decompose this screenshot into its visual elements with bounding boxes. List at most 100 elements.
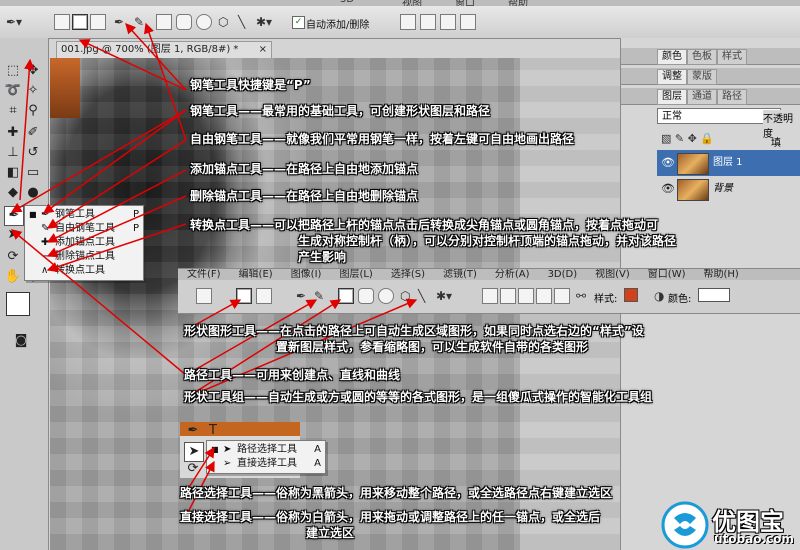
tab-color[interactable]: 颜色 [657,49,687,65]
eye-icon[interactable]: 👁 [661,176,675,202]
inset-line-icon[interactable]: ╲ [418,288,425,304]
dodge-tool-icon[interactable]: ● [24,184,42,202]
eraser-tool-icon[interactable]: ◧ [4,164,22,182]
custom-shape-icon[interactable]: ✱▾ [256,14,272,30]
combine-mode-1-button[interactable] [400,14,416,30]
inset-style-swatch[interactable] [624,288,638,302]
inset-palette-icon[interactable]: ◑ [654,288,664,304]
inset-combine-1-button[interactable] [482,288,498,304]
freeform-pen-icon[interactable]: ✎ [134,14,144,30]
pen-tool-icon[interactable]: ✒ [4,206,24,226]
hand-tool-icon[interactable]: ✋ [4,268,22,286]
auto-add-delete-checkbox[interactable]: ✓ [292,16,305,29]
flyout-item-convert-point[interactable]: ∧ 转换点工具 [25,264,143,278]
pen-icon[interactable]: ✒ [114,14,124,30]
lasso-tool-icon[interactable]: ➰ [4,82,22,100]
flyout-item-path-select[interactable]: ■ ➤ 路径选择工具 A [207,443,325,457]
healing-brush-icon[interactable]: ✚ [4,124,22,142]
inset-ellipse-button[interactable] [378,288,394,304]
inset-pen-icon[interactable]: ✒ [296,288,306,304]
tab-layers[interactable]: 图层 [657,89,687,105]
crop-tool-icon[interactable]: ⌗ [4,102,22,120]
shape-layers-mode-button[interactable] [54,14,70,30]
inset-color-label: 颜色: [668,294,692,305]
tab-swatches[interactable]: 色板 [687,49,717,65]
history-brush-icon[interactable]: ↺ [24,144,42,162]
inset-combine-4-button[interactable] [536,288,552,304]
rectangle-shape-button[interactable] [156,14,172,30]
utobao-logo-icon [661,501,709,549]
fill-label: 填 [771,138,781,149]
inset-link-icon[interactable]: ⚯ [576,288,586,304]
opacity-label: 不透明度 [763,110,800,140]
annotation-path-select: 路径选择工具——俗称为黑箭头，用来移动整个路径，或全选路径点右键建立选区 [180,486,613,500]
annotation-convert-2: 生成对称控制杆（柄），可以分别对控制杆顶端的锚点拖动，并对该路径 [298,234,677,248]
inset-custom-shape-icon[interactable]: ✱▾ [436,288,452,304]
color-panel-tabs: 颜色 色板 样式 [621,48,800,65]
annotation-pen: 钢笔工具——最常用的基础工具，可创建形状图层和路径 [190,104,491,118]
pen-icon: ✒ [41,209,50,220]
3d-rotate-icon[interactable]: ⟳ [4,248,22,266]
quick-select-tool-icon[interactable]: ✧ [24,82,42,100]
inset-shape-layers-button[interactable] [236,288,252,304]
inset-type-tool-icon[interactable]: T [204,422,222,440]
inset-polygon-icon[interactable]: ⬡ [400,288,410,304]
polygon-icon[interactable]: ⬡ [218,14,228,30]
layer-row-layer1[interactable]: 👁 图层 1 [657,150,800,176]
menu-3d[interactable]: 3D [340,0,354,5]
eyedropper-tool-icon[interactable]: ⚲ [24,102,42,120]
eye-icon[interactable]: 👁 [661,150,675,176]
combine-mode-4-button[interactable] [460,14,476,30]
tab-styles[interactable]: 样式 [717,49,747,65]
quick-mask-icon[interactable]: ◙ [12,332,30,350]
annotation-delete-anchor: 删除锚点工具——在路径上自由地删除锚点 [190,189,419,203]
path-select-tool-icon[interactable]: ➤ [4,226,22,244]
flyout-item-add-anchor[interactable]: ✚ 添加锚点工具 [25,236,143,250]
clone-stamp-icon[interactable]: ⊥ [4,144,22,162]
tab-paths[interactable]: 路径 [717,89,747,105]
annotation-freeform: 自由钢笔工具——就像我们平常用钢笔一样，按着左键可自由地画出路径 [190,132,575,146]
flyout-item-pen[interactable]: ■ ✒ 钢笔工具 P [25,208,143,222]
fill-pixels-mode-button[interactable] [90,14,106,30]
inset-path-select-icon[interactable]: ➤ [184,442,204,462]
annotation-convert-3: 产生影响 [298,250,347,264]
tab-channels[interactable]: 通道 [687,89,717,105]
white-arrow-icon: ➢ [223,458,232,469]
inset-menu-bar: 文件(F) 编辑(E) 图像(I) 图层(L) 选择(S) 滤镜(T) 分析(A) 3D(D)… [178,269,800,280]
marquee-tool-icon[interactable]: ⬚ [4,62,22,80]
inset-3d-icon[interactable]: ⟳ [184,460,202,478]
flyout-item-delete-anchor[interactable]: − 删除锚点工具 [25,250,143,264]
inset-combine-5-button[interactable] [554,288,570,304]
combine-mode-2-button[interactable] [420,14,436,30]
layer-thumbnail [677,179,709,201]
move-tool-icon[interactable]: ✥ [24,62,42,80]
blur-tool-icon[interactable]: ◆ [4,184,22,202]
ellipse-shape-button[interactable] [196,14,212,30]
inset-combine-3-button[interactable] [518,288,534,304]
lock-icons[interactable]: ▧ ✎ ✥ 🔒 [661,132,714,145]
brush-tool-icon[interactable]: ✐ [24,124,42,142]
layer-row-background[interactable]: 👁 背景 [657,176,800,202]
inset-shape-preset-button[interactable] [196,288,212,304]
combine-mode-3-button[interactable] [440,14,456,30]
flyout-item-direct-select[interactable]: ➢ 直接选择工具 A [207,457,325,471]
inset-rectangle-button[interactable] [338,288,354,304]
inset-paths-button[interactable] [256,288,272,304]
inset-combine-2-button[interactable] [500,288,516,304]
rounded-rectangle-button[interactable] [176,14,192,30]
line-icon[interactable]: ╲ [238,14,245,30]
flyout-item-freeform-pen[interactable]: ✎ 自由钢笔工具 P [25,222,143,236]
tab-adjustments[interactable]: 调整 [657,69,687,85]
tab-masks[interactable]: 蒙版 [687,69,717,85]
pen-tool-preset-icon[interactable]: ✒▾ [6,14,22,30]
foreground-color-swatch[interactable] [6,292,30,316]
close-icon[interactable]: × [259,42,267,58]
document-tab[interactable]: 001.jpg @ 700% (图层 1, RGB/8#) * × [56,41,272,58]
gradient-tool-icon[interactable]: ▭ [24,164,42,182]
inset-freeform-pen-icon[interactable]: ✎ [314,288,324,304]
paths-mode-button[interactable] [72,14,88,30]
inset-pen-tool-icon[interactable]: ✒ [184,422,202,440]
inset-color-swatch[interactable] [698,288,730,302]
annotation-direct-select-1: 直接选择工具——俗称为白箭头，用来拖动或调整路径上的任一锚点，或全选后 [180,510,601,524]
inset-rounded-rect-button[interactable] [358,288,374,304]
